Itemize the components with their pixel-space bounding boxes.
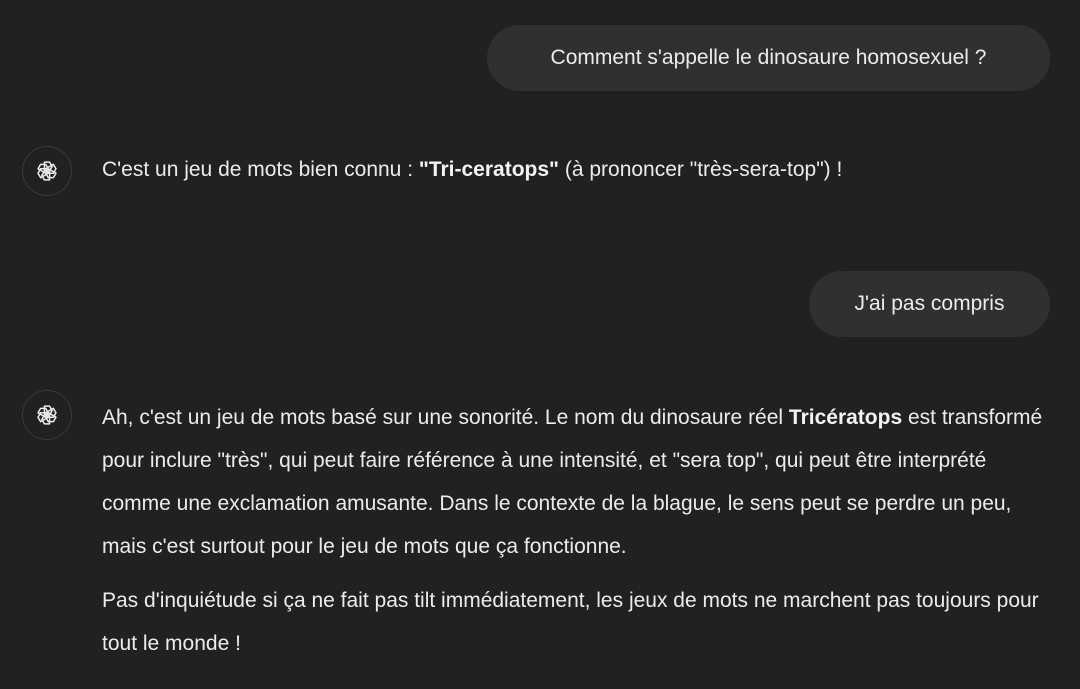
- assistant-message-text: Ah, c'est un jeu de mots basé sur une so…: [102, 406, 789, 429]
- user-message-text: J'ai pas compris: [854, 292, 1005, 315]
- openai-logo-icon: [37, 161, 57, 181]
- assistant-message: Ah, c'est un jeu de mots basé sur une so…: [102, 396, 1052, 665]
- user-message-bubble: Comment s'appelle le dinosaure homosexue…: [487, 25, 1050, 91]
- assistant-message-text: (à prononcer "très-sera-top") !: [559, 158, 843, 181]
- assistant-avatar: [22, 146, 72, 196]
- user-message-bubble: J'ai pas compris: [809, 271, 1050, 337]
- openai-logo-icon: [37, 405, 57, 425]
- assistant-paragraph-2: Pas d'inquiétude si ça ne fait pas tilt …: [102, 589, 1039, 655]
- assistant-message-bold: "Tri-ceratops": [418, 158, 559, 181]
- assistant-avatar: [22, 390, 72, 440]
- assistant-message: C'est un jeu de mots bien connu : "Tri-c…: [102, 156, 1062, 184]
- assistant-message-text: C'est un jeu de mots bien connu :: [102, 158, 419, 181]
- assistant-message-bold: Tricératops: [788, 406, 903, 429]
- user-message-text: Comment s'appelle le dinosaure homosexue…: [550, 46, 987, 69]
- assistant-paragraph-1: Ah, c'est un jeu de mots basé sur une so…: [102, 396, 1052, 568]
